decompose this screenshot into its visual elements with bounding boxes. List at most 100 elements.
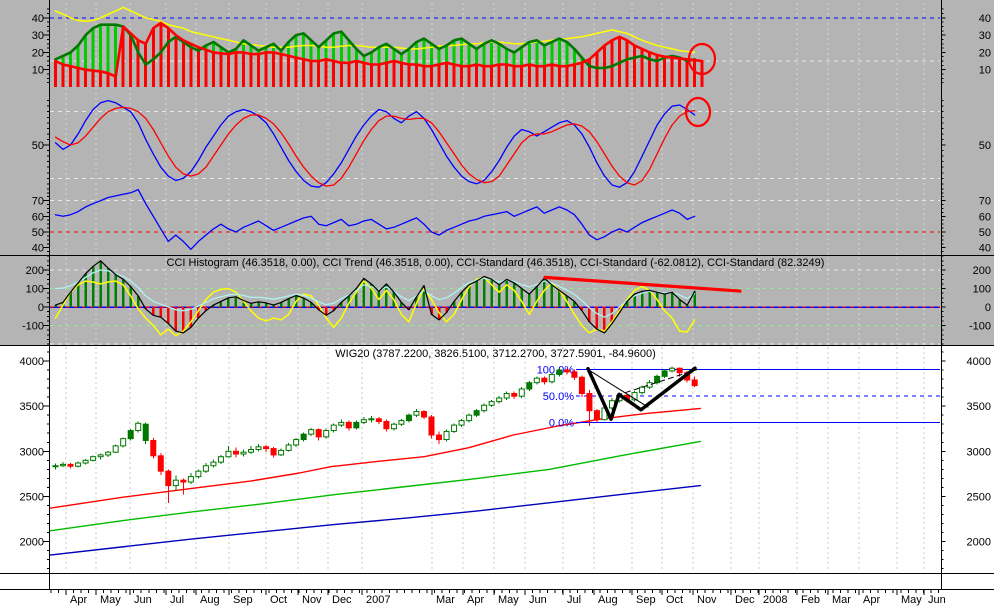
y-axis-label-left: 10: [32, 65, 44, 77]
candle: [225, 450, 232, 458]
candle: [676, 367, 683, 374]
candle: [187, 476, 194, 483]
month-label: May: [901, 594, 922, 606]
month-label: Sep: [636, 594, 656, 606]
month-label: Sep: [233, 594, 253, 606]
month-label: Mar: [832, 594, 851, 606]
candle: [654, 375, 661, 384]
candle: [97, 454, 104, 458]
y-axis-label-right: 50: [979, 227, 991, 239]
month-label: Dec: [735, 594, 755, 606]
y-axis-label-right: 2000: [967, 537, 991, 549]
month-label: Jul: [170, 594, 184, 606]
month-label: May: [498, 594, 519, 606]
candle: [503, 393, 510, 399]
candle: [157, 455, 164, 472]
candle: [75, 462, 82, 467]
y-axis-label-left: 40: [32, 13, 44, 25]
candle: [375, 418, 382, 423]
candle: [202, 465, 209, 472]
candle: [195, 470, 202, 478]
candle: [135, 422, 142, 432]
candle: [360, 419, 367, 423]
month-label: Nov: [302, 594, 322, 606]
candle: [120, 438, 127, 447]
candle: [248, 448, 255, 453]
candle: [556, 369, 563, 376]
candle: [308, 429, 315, 435]
candle: [232, 450, 239, 455]
candle: [330, 424, 337, 432]
y-axis-label-right: 60: [979, 211, 991, 223]
month-label: Oct: [270, 594, 287, 606]
y-axis-label-left: 3500: [20, 401, 44, 413]
y-axis-label-right: -100: [969, 321, 991, 333]
month-label: Dec: [332, 594, 352, 606]
candle: [165, 470, 172, 487]
candle: [526, 382, 533, 390]
month-label: Nov: [697, 594, 717, 606]
candle: [60, 463, 67, 467]
month-label: Mar: [436, 594, 455, 606]
y-axis-label-right: 40: [979, 243, 991, 255]
candle: [180, 479, 187, 483]
y-axis-label-left: -100: [22, 321, 44, 333]
y-axis-label-right: 3500: [967, 401, 991, 413]
candle: [52, 465, 59, 468]
candle: [533, 377, 540, 384]
candle: [496, 397, 503, 403]
month-label: Apr: [863, 594, 880, 606]
candle: [82, 459, 89, 464]
month-label: Apr: [70, 594, 87, 606]
candle: [67, 463, 74, 467]
candle: [90, 456, 97, 461]
y-axis-label-left: 40: [32, 243, 44, 255]
candle: [451, 424, 458, 432]
chart-canvas: 100.0%50.0%0.0%10 1020 2030 3040 4050 5040 405…: [0, 0, 994, 608]
candle: [368, 418, 375, 421]
month-label: 2007: [366, 594, 390, 606]
y-axis-label-left: 0: [38, 302, 44, 314]
y-axis-label-left: 4000: [20, 356, 44, 368]
candle: [436, 434, 443, 441]
y-axis-label-left: 30: [32, 30, 44, 42]
y-axis-label-left: 3000: [20, 446, 44, 458]
candle: [172, 479, 179, 487]
candle: [383, 421, 390, 430]
candle: [691, 379, 698, 387]
candle: [413, 411, 420, 416]
candle: [548, 374, 555, 383]
candle: [473, 410, 480, 416]
candle: [278, 449, 285, 456]
y-axis-label-right: 40: [979, 13, 991, 25]
charting-app-window: 100.0% 50.0% 0.0% 10 10 20 20 30 30 40 40 50 50 40 40 5…: [0, 0, 994, 608]
candle: [353, 421, 360, 429]
y-axis-label-left: 50: [32, 227, 44, 239]
y-axis-label-right: 200: [973, 265, 991, 277]
y-axis-label-left: 50: [32, 140, 44, 152]
candle: [270, 448, 277, 456]
fib-level-label: 0.0%: [549, 417, 574, 429]
candle: [518, 388, 525, 397]
candle: [398, 420, 405, 425]
month-label: Feb: [801, 594, 820, 606]
candle: [669, 367, 676, 372]
candle: [481, 404, 488, 412]
candle: [420, 411, 427, 418]
candle: [315, 429, 322, 438]
candle: [240, 451, 247, 455]
candle: [217, 456, 224, 463]
candle: [293, 439, 300, 446]
y-axis-label-right: 50: [979, 140, 991, 152]
month-label: Oct: [666, 594, 683, 606]
month-label: Jul: [567, 594, 581, 606]
candle: [300, 433, 307, 441]
y-axis-label-right: 70: [979, 196, 991, 208]
month-label: Aug: [200, 594, 220, 606]
candle: [127, 430, 134, 440]
month-label: Jun: [529, 594, 547, 606]
y-axis-label-right: 100: [973, 284, 991, 296]
candle: [338, 421, 345, 426]
y-axis-label-right: 10: [979, 65, 991, 77]
candle: [405, 414, 412, 422]
